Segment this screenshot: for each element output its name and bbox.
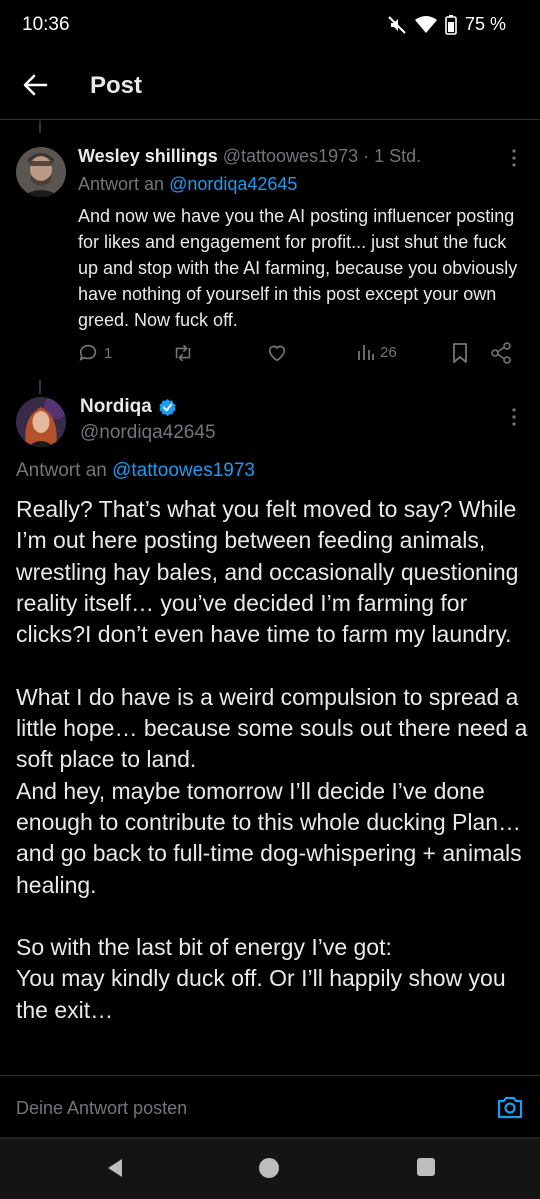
post-paragraph: What I do have is a weird compulsion to … — [16, 683, 528, 773]
back-button[interactable] — [20, 70, 50, 100]
reply-to-line: Antwort an @nordiqa42645 — [78, 174, 297, 195]
bookmark-button[interactable] — [450, 342, 470, 364]
author-name-row: Nordiqa — [80, 396, 177, 418]
nav-home-button[interactable] — [258, 1157, 280, 1184]
more-options-icon[interactable] — [504, 407, 524, 427]
reply-to-link[interactable]: @nordiqa42645 — [169, 174, 297, 194]
status-bar: 10:36 75 % — [0, 0, 540, 52]
system-nav-bar — [0, 1139, 540, 1199]
status-time: 10:36 — [22, 14, 70, 35]
battery-icon — [445, 14, 457, 35]
share-button[interactable] — [490, 342, 512, 364]
post-paragraph: So with the last bit of energy I’ve got: — [16, 934, 392, 961]
avatar[interactable] — [16, 397, 66, 447]
views-button[interactable]: 26 — [356, 342, 397, 362]
wifi-icon — [414, 15, 437, 34]
repost-icon — [175, 344, 191, 362]
post-paragraph: And hey, maybe tomorrow I’ll decide I’ve… — [16, 777, 522, 898]
view-count: 26 — [380, 343, 397, 361]
reply-to-line: Antwort an @tattoowes1973 — [16, 460, 255, 482]
reply-text: And now we have you the AI posting influ… — [78, 206, 518, 330]
bookmark-icon — [453, 343, 467, 363]
more-options-icon[interactable] — [504, 148, 524, 168]
comment-icon — [79, 344, 97, 361]
thread-line — [39, 380, 41, 394]
post-paragraph: You may kindly duck off. Or I’ll happily… — [16, 965, 506, 1023]
author-handle[interactable]: @tattoowes1973 — [223, 146, 358, 166]
share-icon — [491, 342, 511, 364]
post-text: Really? That’s what you felt moved to sa… — [16, 494, 531, 1026]
arrow-left-icon — [23, 74, 48, 96]
author-name[interactable]: Nordiqa — [80, 396, 152, 418]
status-icons: 75 % — [387, 14, 506, 35]
reply-count: 1 — [104, 344, 113, 362]
battery-level: 75 % — [464, 14, 506, 34]
nav-recents-icon — [417, 1158, 435, 1176]
action-bar: 1 26 — [78, 342, 528, 372]
author-name[interactable]: Wesley shillings — [78, 146, 218, 166]
reply-prefix: Antwort an — [78, 174, 165, 194]
reply-composer: Deine Antwort posten — [0, 1075, 540, 1137]
author-handle[interactable]: @nordiqa42645 — [80, 422, 216, 444]
repost-button[interactable] — [171, 342, 195, 364]
reply-to-link[interactable]: @tattoowes1973 — [112, 460, 255, 481]
reply-input[interactable]: Deine Antwort posten — [16, 1098, 187, 1119]
mute-icon — [387, 15, 407, 35]
page-title: Post — [90, 72, 143, 99]
reply-tweet[interactable]: Wesley shillings @tattoowes1973 · 1 Std.… — [0, 130, 540, 380]
post-time: 1 Std. — [374, 146, 422, 166]
post-paragraph: Really? That’s what you felt moved to sa… — [16, 496, 519, 648]
top-app-bar: Post — [0, 52, 540, 120]
reply-meta: Wesley shillings @tattoowes1973 · 1 Std. — [78, 146, 421, 167]
nav-recents-button[interactable] — [416, 1157, 436, 1182]
nav-home-icon — [259, 1158, 279, 1178]
like-button[interactable] — [266, 342, 288, 364]
reply-button[interactable]: 1 — [78, 342, 112, 364]
camera-icon — [497, 1096, 523, 1119]
verified-badge-icon — [159, 398, 176, 416]
views-chart-icon — [358, 345, 374, 360]
heart-icon — [268, 345, 286, 362]
camera-button[interactable] — [496, 1094, 524, 1120]
avatar[interactable] — [16, 147, 66, 197]
reply-prefix: Antwort an — [16, 460, 107, 481]
nav-back-button[interactable] — [104, 1157, 126, 1184]
separator: · — [363, 146, 370, 166]
nav-back-icon — [108, 1159, 122, 1177]
